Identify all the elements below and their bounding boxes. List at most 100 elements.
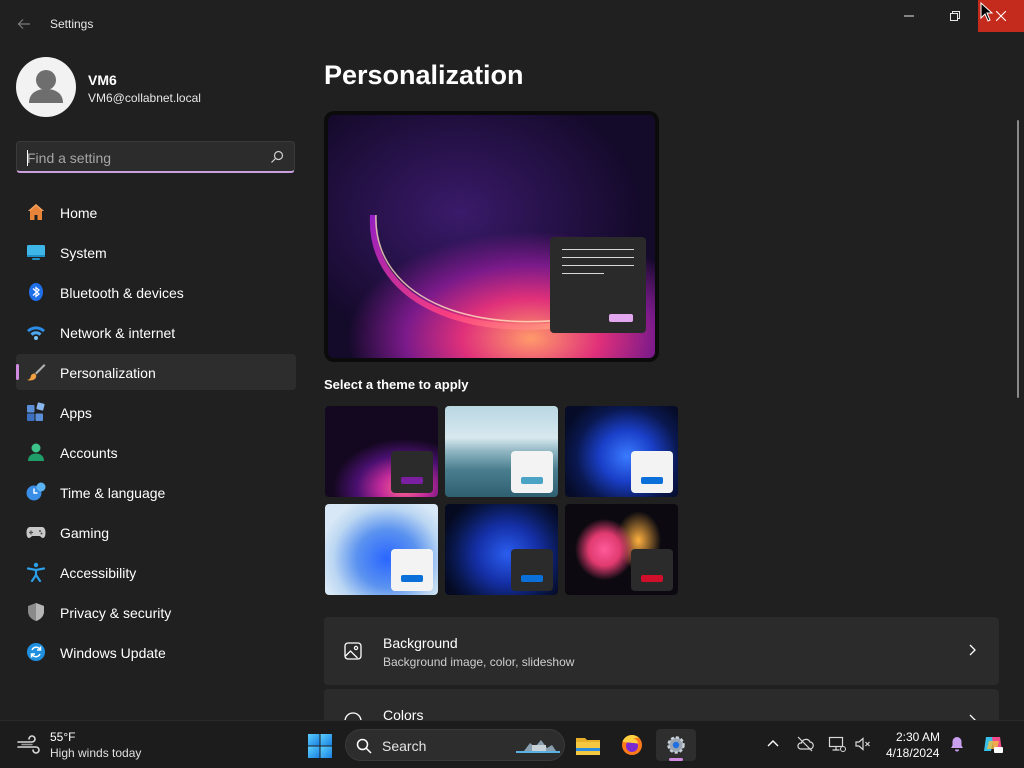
- search-icon: [356, 738, 372, 754]
- sidebar-item-label: Network & internet: [60, 325, 176, 341]
- file-explorer-icon: [576, 738, 600, 755]
- palette-icon: [344, 712, 362, 720]
- sidebar-item-label: Accessibility: [60, 565, 137, 581]
- minimize-icon: [904, 15, 914, 17]
- clock-time[interactable]: 2:30 AM: [896, 730, 940, 744]
- preview-window: [550, 237, 646, 333]
- sidebar-item-time-language[interactable]: Time & language: [16, 474, 296, 510]
- theme-accent-swatch: [521, 477, 543, 484]
- search-input[interactable]: [27, 148, 257, 168]
- colors-card[interactable]: Colors: [324, 689, 999, 720]
- theme-accent-swatch: [401, 477, 423, 484]
- sidebar-item-home[interactable]: Home: [16, 194, 296, 230]
- scrollbar[interactable]: [1017, 120, 1019, 398]
- background-card[interactable]: Background Background image, color, slid…: [324, 617, 999, 685]
- theme-mini-window: [511, 451, 553, 493]
- time-language-icon: [26, 482, 46, 501]
- close-icon: [996, 11, 1006, 21]
- sidebar-item-label: Privacy & security: [60, 605, 172, 621]
- card-title: Colors: [383, 707, 424, 720]
- preview-line: [562, 265, 634, 266]
- wind-weather-icon[interactable]: [16, 733, 42, 755]
- taskbar-search[interactable]: Search: [345, 729, 565, 761]
- sidebar-item-privacy-security[interactable]: Privacy & security: [16, 594, 296, 630]
- sidebar-item-apps[interactable]: Apps: [16, 394, 296, 430]
- windows-start-icon[interactable]: [306, 732, 334, 760]
- theme-accent-swatch: [521, 575, 543, 582]
- mouse-cursor-icon: [980, 2, 994, 22]
- settings-search-box[interactable]: [16, 141, 295, 173]
- cloud-offline-icon[interactable]: [796, 735, 814, 753]
- wallpaper-preview: [328, 115, 655, 358]
- volume-muted-icon[interactable]: [854, 735, 872, 753]
- theme-mini-window: [511, 549, 553, 591]
- weather-description[interactable]: High winds today: [50, 746, 141, 760]
- sidebar-item-network[interactable]: Network & internet: [16, 314, 296, 350]
- preview-line: [562, 249, 634, 250]
- sidebar-item-label: Apps: [60, 405, 92, 421]
- sidebar-item-personalization[interactable]: Personalization: [16, 354, 296, 390]
- user-email: VM6@collabnet.local: [88, 91, 201, 105]
- theme-mini-window: [391, 451, 433, 493]
- theme-tile-dark-glow[interactable]: [325, 406, 438, 497]
- search-highlight-icon: [516, 740, 560, 753]
- theme-tile-dark-bloom[interactable]: [565, 406, 678, 497]
- theme-preview: [324, 111, 659, 362]
- sidebar-item-accounts[interactable]: Accounts: [16, 434, 296, 470]
- sidebar-item-system[interactable]: System: [16, 234, 296, 270]
- preview-line: [562, 257, 634, 258]
- sidebar-item-label: Home: [60, 205, 98, 221]
- theme-mini-window: [391, 549, 433, 591]
- settings-app-button[interactable]: [656, 729, 696, 761]
- back-button[interactable]: [12, 12, 36, 36]
- network-icon: [27, 326, 45, 340]
- network-ethernet-icon[interactable]: [828, 735, 846, 753]
- home-icon: [28, 204, 44, 220]
- theme-mini-window: [631, 451, 673, 493]
- accounts-icon: [28, 443, 44, 461]
- preview-line: [562, 273, 604, 274]
- system-icon: [27, 245, 45, 260]
- firefox-icon: [622, 735, 642, 755]
- theme-tile-flow[interactable]: [565, 504, 678, 595]
- bluetooth-icon: [29, 283, 43, 301]
- file-explorer-button[interactable]: [568, 729, 608, 761]
- copilot-icon[interactable]: [982, 733, 1004, 755]
- weather-temperature[interactable]: 55°F: [50, 730, 75, 744]
- sidebar-item-label: Windows Update: [60, 645, 166, 661]
- chevron-right-icon: [969, 644, 976, 656]
- card-subtitle: Background image, color, slideshow: [383, 655, 575, 669]
- apps-icon: [27, 402, 45, 421]
- minimize-button[interactable]: [886, 0, 932, 32]
- theme-tile-dark-blue[interactable]: [445, 504, 558, 595]
- notification-bell-icon[interactable]: [948, 735, 966, 753]
- taskbar-search-label: Search: [382, 738, 427, 754]
- theme-accent-swatch: [401, 575, 423, 582]
- theme-tile-spotlight[interactable]: [445, 406, 558, 497]
- theme-accent-swatch: [641, 477, 663, 484]
- search-icon[interactable]: [270, 150, 284, 164]
- accessibility-icon: [26, 562, 46, 582]
- theme-mini-window: [631, 549, 673, 591]
- selection-indicator: [16, 364, 19, 380]
- theme-tile-light-bloom[interactable]: [325, 504, 438, 595]
- shield-icon: [28, 603, 44, 621]
- sidebar-item-windows-update[interactable]: Windows Update: [16, 634, 296, 670]
- sidebar-item-accessibility[interactable]: Accessibility: [16, 554, 296, 590]
- firefox-button[interactable]: [612, 729, 652, 761]
- sidebar-item-gaming[interactable]: Gaming: [16, 514, 296, 550]
- user-name: VM6: [88, 72, 117, 88]
- avatar[interactable]: [16, 57, 76, 117]
- chevron-up-icon[interactable]: [764, 735, 782, 753]
- user-avatar-icon: [29, 70, 63, 103]
- sidebar-nav: Home System Bluetooth & devices Network …: [16, 194, 296, 674]
- gear-icon: [667, 736, 685, 754]
- title-bar: Settings: [0, 0, 1024, 48]
- back-arrow-icon: [17, 19, 30, 29]
- restore-button[interactable]: [932, 0, 978, 32]
- chevron-right-icon: [969, 714, 976, 720]
- sidebar-item-label: Gaming: [60, 525, 110, 541]
- clock-date[interactable]: 4/18/2024: [886, 746, 939, 760]
- sidebar-item-bluetooth[interactable]: Bluetooth & devices: [16, 274, 296, 310]
- taskbar: 55°F High winds today Search 2:30 AM 4/1…: [0, 720, 1024, 768]
